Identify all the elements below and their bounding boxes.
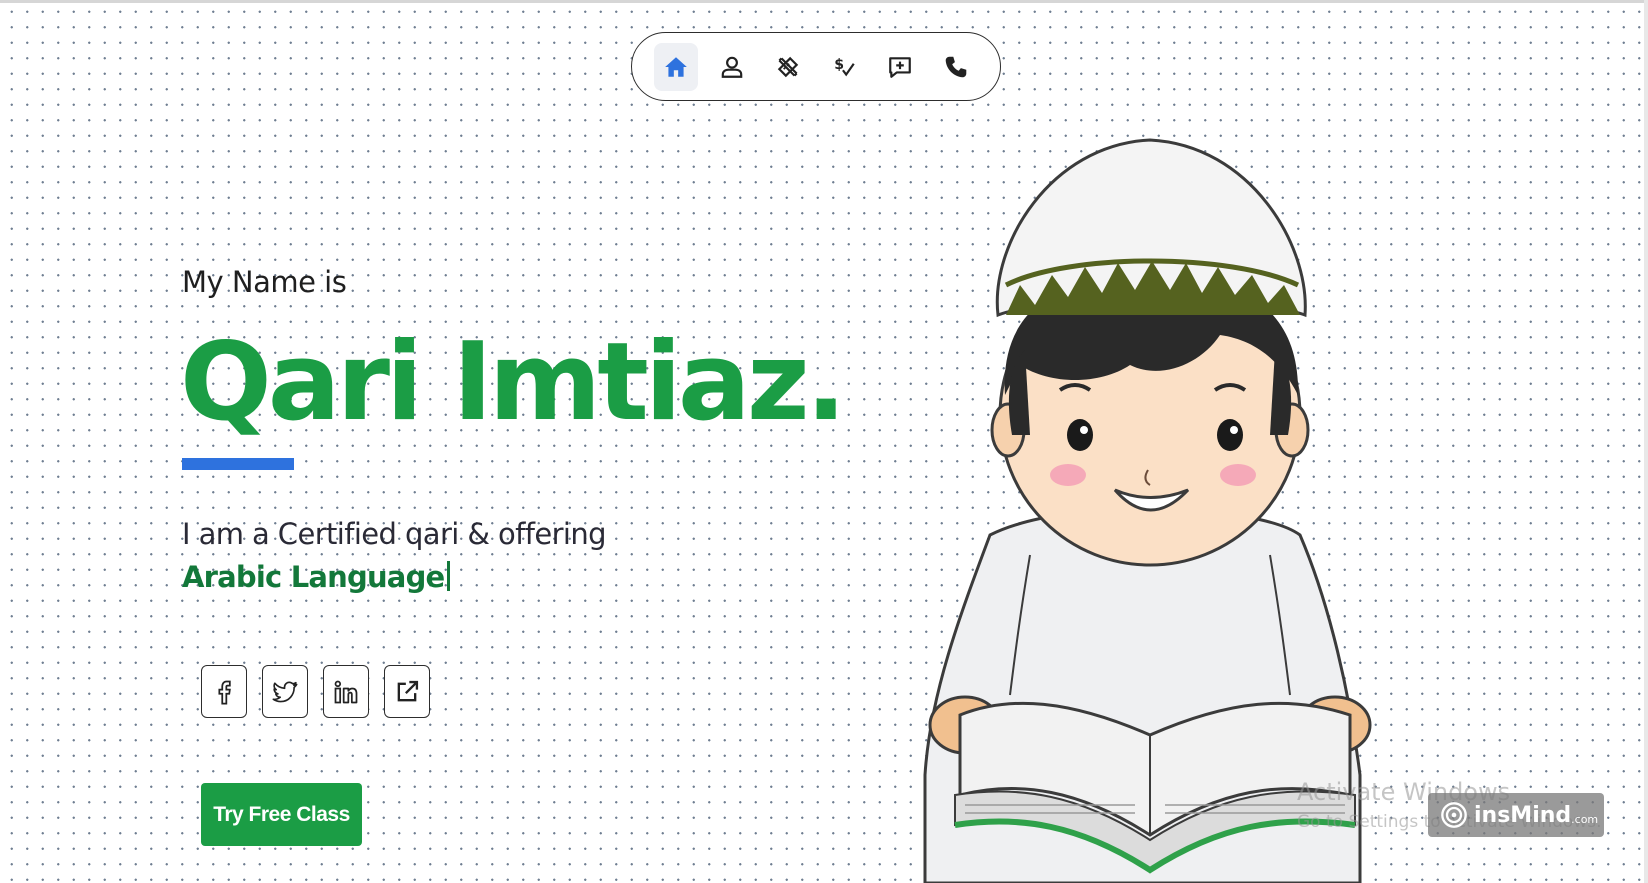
external-link-icon: [397, 680, 419, 701]
message-plus-icon: [889, 56, 911, 78]
student-reading-illustration: [923, 138, 1372, 883]
insmind-brand: insMind: [1474, 802, 1572, 828]
typed-text: Arabic Language: [182, 560, 445, 594]
tagline: I am a Certified qari & offering: [182, 517, 607, 551]
user-icon: [721, 56, 743, 78]
twitter-link[interactable]: [262, 665, 308, 718]
twitter-icon: [272, 681, 298, 702]
intro-text: My Name is: [182, 265, 347, 299]
nav-pricing-button[interactable]: $: [822, 43, 866, 91]
hero-name: Qari Imtiaz.: [180, 320, 847, 445]
name-underline: [182, 458, 294, 470]
typing-caret: [447, 561, 451, 591]
try-free-class-button[interactable]: Try Free Class: [201, 783, 362, 846]
scrollbar[interactable]: [1644, 0, 1648, 883]
browser-top-border: [0, 0, 1648, 3]
facebook-link[interactable]: [201, 665, 247, 718]
facebook-icon: [218, 680, 231, 705]
pricing-icon: $: [834, 57, 855, 76]
linkedin-link[interactable]: [323, 665, 369, 718]
home-icon: [665, 56, 687, 77]
linkedin-icon: [334, 680, 358, 703]
typed-subject: Arabic Language: [182, 560, 451, 594]
nav-about-button[interactable]: [710, 43, 754, 91]
top-navigation: $: [631, 32, 1001, 101]
nav-contact-button[interactable]: [934, 43, 978, 91]
insmind-watermark-badge: insMind .com: [1428, 793, 1604, 837]
tools-icon: [777, 56, 799, 77]
social-links: [201, 665, 445, 718]
phone-icon: [945, 56, 967, 77]
nav-services-button[interactable]: [766, 43, 810, 91]
nav-home-button[interactable]: [654, 42, 698, 91]
insmind-logo-icon: [1441, 802, 1467, 828]
insmind-brand-suffix: .com: [1571, 812, 1599, 826]
website-link[interactable]: [384, 665, 430, 718]
nav-testimonials-button[interactable]: [878, 43, 922, 91]
